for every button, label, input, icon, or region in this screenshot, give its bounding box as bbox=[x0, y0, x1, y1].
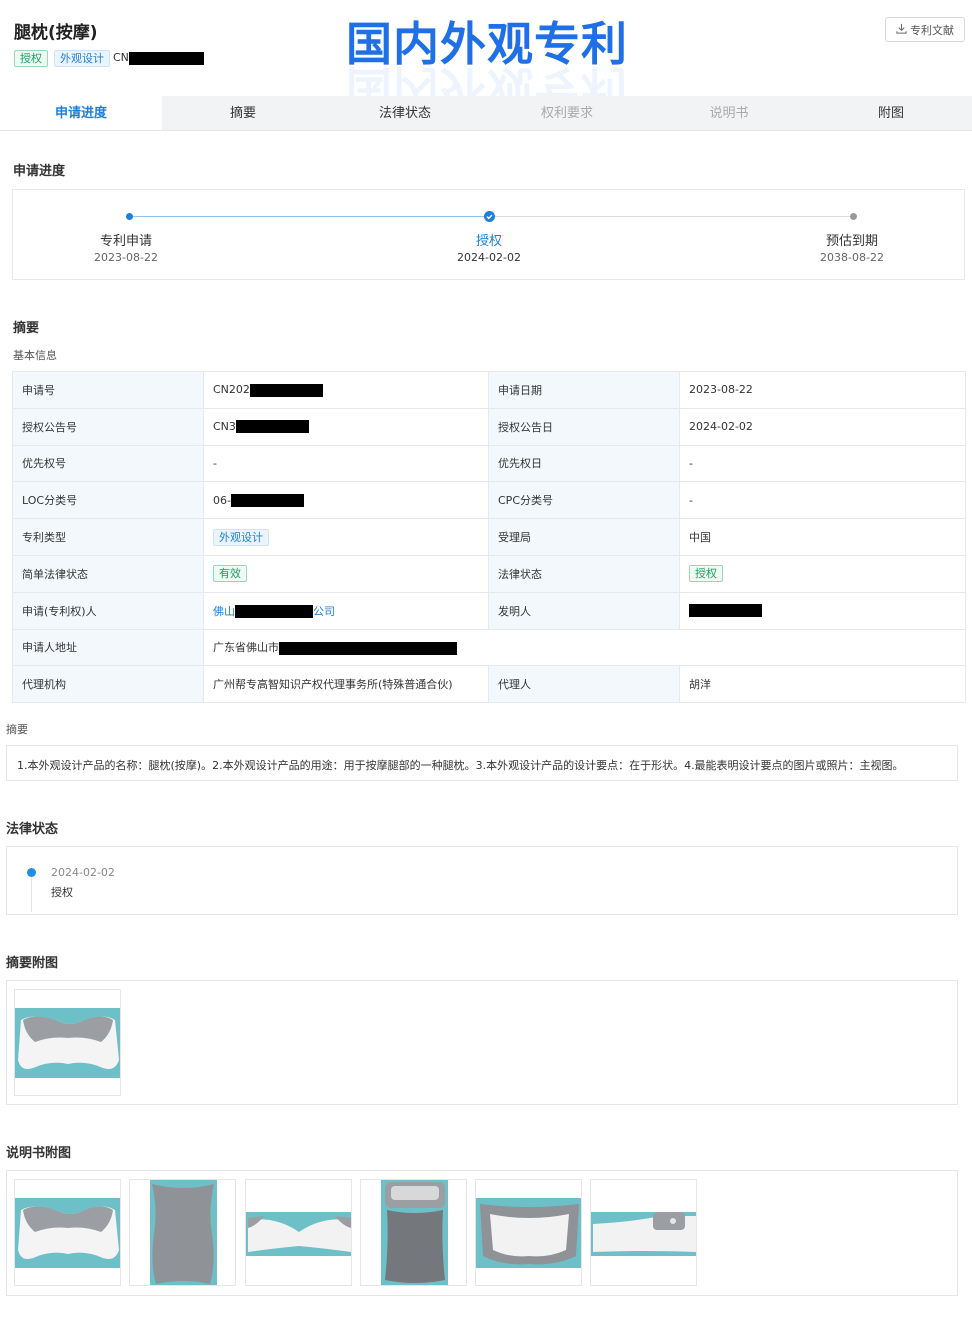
legal-section-title: 法律状态 bbox=[6, 822, 59, 837]
redaction-bar bbox=[279, 641, 457, 655]
type-tag-design: 外观设计 bbox=[54, 50, 110, 67]
status-tag-granted: 授权 bbox=[14, 50, 48, 67]
spec-image-thumbnail[interactable] bbox=[360, 1179, 467, 1286]
spec-images-panel bbox=[6, 1170, 958, 1296]
patent-type-badge: 外观设计 bbox=[213, 528, 269, 546]
basic-info-title: 基本信息 bbox=[13, 349, 57, 362]
patent-number: CN bbox=[113, 51, 204, 65]
progress-line-pending bbox=[493, 216, 851, 217]
legal-event-status: 授权 bbox=[51, 886, 73, 899]
abstract-image-thumbnail[interactable] bbox=[14, 989, 121, 1096]
spec-images-title: 说明书附图 bbox=[6, 1146, 72, 1161]
redaction-bar bbox=[235, 605, 313, 619]
table-row: 简单法律状态 有效 法律状态 授权 bbox=[12, 554, 966, 593]
tab-progress[interactable]: 申请进度 bbox=[0, 96, 162, 130]
download-icon bbox=[896, 23, 907, 37]
progress-timeline: 专利申请 2023-08-22 授权 2024-02-02 预估到期 2038-… bbox=[12, 189, 965, 280]
tab-claims[interactable]: 权利要求 bbox=[486, 96, 648, 130]
legal-timeline: 2024-02-02 授权 bbox=[6, 846, 958, 915]
table-row: 申请(专利权)人 佛山 公司 发明人 bbox=[12, 591, 966, 630]
legal-status-badge: 授权 bbox=[689, 565, 723, 583]
step-dot-application bbox=[126, 213, 133, 220]
tab-drawings[interactable]: 附图 bbox=[810, 96, 972, 130]
tab-abstract[interactable]: 摘要 bbox=[162, 96, 324, 130]
step-check-icon bbox=[484, 211, 495, 222]
spec-image-thumbnail[interactable] bbox=[245, 1179, 352, 1286]
applicant-link[interactable]: 佛山 公司 bbox=[203, 591, 489, 630]
step-date-expiry: 2038-08-22 bbox=[820, 251, 884, 264]
spec-image-thumbnail[interactable] bbox=[475, 1179, 582, 1286]
abstract-text: 1.本外观设计产品的名称：腿枕(按摩)。2.本外观设计产品的用途：用于按摩腿部的… bbox=[6, 745, 958, 781]
legal-event-dot bbox=[27, 868, 36, 877]
table-row: 专利类型 外观设计 受理局 中国 bbox=[12, 518, 966, 556]
redaction-bar bbox=[249, 383, 323, 397]
redaction-bar bbox=[235, 420, 309, 434]
table-row: 授权公告号 CN3 授权公告日 2024-02-02 bbox=[12, 407, 966, 446]
spec-image-thumbnail[interactable] bbox=[14, 1179, 121, 1286]
legal-event-line bbox=[31, 877, 32, 912]
table-row: 代理机构 广州帮专高智知识产权代理事务所(特殊普通合伙) 代理人 胡洋 bbox=[12, 665, 966, 704]
progress-section-title: 申请进度 bbox=[13, 164, 66, 179]
tab-bar: 申请进度 摘要 法律状态 权利要求 说明书 附图 bbox=[0, 96, 972, 131]
abstract-images-title: 摘要附图 bbox=[6, 956, 59, 971]
table-row: 申请人地址 广东省佛山市 bbox=[12, 628, 966, 667]
step-date-application: 2023-08-22 bbox=[94, 251, 158, 264]
simple-legal-status-badge: 有效 bbox=[213, 565, 247, 583]
redaction-bar bbox=[689, 604, 762, 618]
summary-section-title: 摘要 bbox=[13, 321, 40, 336]
abstract-label: 摘要 bbox=[6, 723, 28, 736]
step-dot-expiry bbox=[850, 213, 857, 220]
tab-description[interactable]: 说明书 bbox=[648, 96, 810, 130]
redaction-bar bbox=[128, 51, 204, 65]
table-row: LOC分类号 06- CPC分类号 - bbox=[12, 481, 966, 520]
patent-title: 腿枕(按摩) bbox=[14, 23, 98, 43]
tab-legal-status[interactable]: 法律状态 bbox=[324, 96, 486, 130]
step-label-application: 专利申请 bbox=[99, 234, 152, 249]
basic-info-table: 申请号 CN202 申请日期 2023-08-22 授权公告号 CN3 授权公告… bbox=[12, 371, 966, 704]
table-row: 申请号 CN202 申请日期 2023-08-22 bbox=[12, 371, 966, 409]
redaction-bar bbox=[230, 494, 304, 508]
step-label-expiry: 预估到期 bbox=[825, 234, 878, 249]
abstract-images-panel bbox=[6, 980, 958, 1105]
spec-image-thumbnail[interactable] bbox=[590, 1179, 697, 1286]
step-label-granted: 授权 bbox=[475, 234, 502, 249]
spec-image-thumbnail[interactable] bbox=[129, 1179, 236, 1286]
legal-event-date: 2024-02-02 bbox=[51, 866, 115, 879]
agency-link[interactable]: 广州帮专高智知识产权代理事务所(特殊普通合伙) bbox=[203, 665, 489, 704]
progress-line-done bbox=[129, 216, 489, 217]
table-row: 优先权号 - 优先权日 - bbox=[12, 444, 966, 483]
patent-header: 腿枕(按摩) 授权 外观设计 CN 国内外观专利 国内外观专利 专利文献 bbox=[0, 0, 972, 115]
step-date-granted: 2024-02-02 bbox=[457, 251, 521, 264]
patent-document-button[interactable]: 专利文献 bbox=[885, 17, 965, 42]
